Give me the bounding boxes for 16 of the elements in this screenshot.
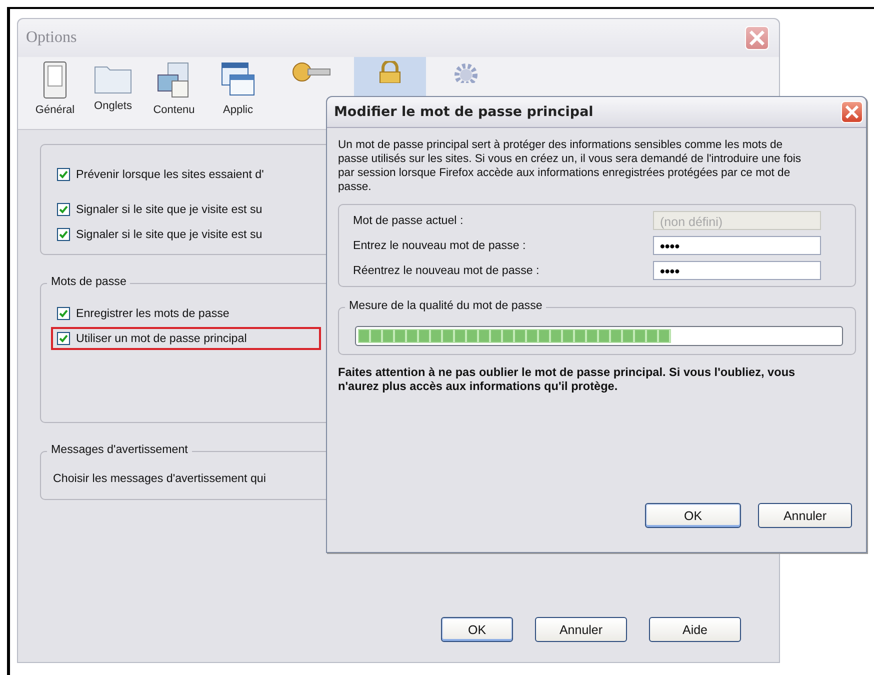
window-title: Options: [26, 29, 77, 47]
checkbox-label: Signaler si le site que je visite est su: [76, 228, 262, 241]
checkbox-label: Utiliser un mot de passe principal: [76, 332, 247, 345]
dialog-title: Modifier le mot de passe principal: [334, 104, 594, 120]
checkbox-label: Enregistrer les mots de passe: [76, 307, 230, 320]
group-text: Choisir les messages d'avertissement qui: [53, 472, 266, 485]
field-label: Mot de passe actuel :: [353, 214, 464, 227]
group-legend: Mesure de la qualité du mot de passe: [345, 299, 546, 312]
field-label: Entrez le nouveau mot de passe :: [353, 239, 526, 252]
description-text: Un mot de passe principal sert à protéger des informations sensibles comme les mots de passe utilisés sur les sites. Si vous en créez un, il vous sera demandé de l'introduire une fois par session lorsque Firefox accède aux informations enregistrées protégées par ce mot de passe.: [338, 138, 802, 194]
group-legend: Messages d'avertissement: [47, 443, 192, 456]
checkbox-label: Signaler si le site que je visite est su: [76, 203, 262, 216]
field-label: Réentrez le nouveau mot de passe :: [353, 264, 540, 277]
warning-text: Faites attention à ne pas oublier le mot de passe principal. Si vous l'oubliez, vous n'aurez plus accès aux informations qu'il protège.: [338, 365, 796, 393]
checkbox-label: Prévenir lorsque les sites essaient d': [76, 168, 264, 181]
group-legend: Mots de passe: [47, 275, 130, 288]
